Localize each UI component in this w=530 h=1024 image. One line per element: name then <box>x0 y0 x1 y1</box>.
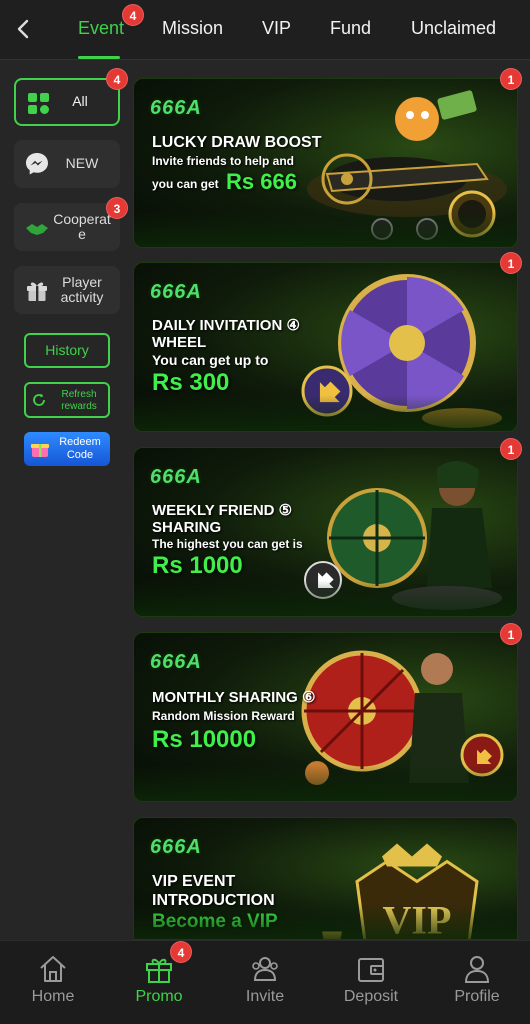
banner-title: DAILY INVITATION ④ <box>152 317 300 334</box>
brand-logo: 666A <box>150 466 202 488</box>
nav-promo[interactable]: Promo <box>106 941 212 1024</box>
banner-title: INTRODUCTION <box>152 892 275 909</box>
sidebar-item-all[interactable]: All <box>14 78 120 126</box>
banner-title: LUCKY DRAW BOOST <box>152 134 322 151</box>
banner-amount: Rs 10000 <box>152 726 257 753</box>
sidebar-item-new[interactable]: NEW <box>14 140 120 188</box>
wallet-icon <box>358 958 384 982</box>
airplane-tiger-illustration <box>307 90 507 240</box>
sidebar-item-label: All <box>72 93 88 110</box>
person-icon <box>464 956 490 983</box>
banner-badge: 1 <box>500 252 522 274</box>
vip-crest-text: VIP <box>383 898 452 941</box>
nav-deposit[interactable]: Deposit <box>318 941 424 1024</box>
gift-box-icon <box>146 958 172 983</box>
refresh-rewards-button[interactable]: Refresh rewards <box>24 382 110 418</box>
tab-mission[interactable]: Mission <box>162 18 223 39</box>
redeem-gift-icon <box>31 444 49 457</box>
promo-banner-weekly-friend[interactable]: 666A WEEKLY FRIEND ⑤ SHARING The highest… <box>133 447 518 617</box>
prize-wheel-illustration <box>301 274 502 428</box>
promo-banner-daily-invitation[interactable]: 666A DAILY INVITATION ④ WHEEL You can ge… <box>133 262 518 432</box>
refresh-icon <box>33 393 45 406</box>
banner-title: VIP EVENT <box>152 873 236 890</box>
banner-title: MONTHLY SHARING ⑥ <box>152 689 316 706</box>
banner-title: SHARING <box>152 519 222 536</box>
sidebar-all-badge: 4 <box>106 68 128 90</box>
nav-invite[interactable]: Invite <box>212 941 318 1024</box>
sidebar-item-label: Cooperat e <box>53 210 111 242</box>
brand-logo: 666A <box>150 97 202 119</box>
nav-label: Deposit <box>343 988 399 1005</box>
users-icon <box>252 957 278 981</box>
gift-icon <box>27 282 47 301</box>
home-icon <box>40 956 66 982</box>
banner-amount: Become a VIP <box>152 911 278 932</box>
tab-unclaimed[interactable]: Unclaimed <box>411 18 496 39</box>
tab-event[interactable]: Event <box>78 18 124 39</box>
banner-badge: 1 <box>500 623 522 645</box>
banner-badge: 1 <box>500 438 522 460</box>
back-arrow-icon[interactable] <box>10 15 38 43</box>
redeem-code-label: Redeem Code <box>59 436 101 461</box>
redeem-code-button[interactable]: Redeem Code <box>24 432 110 466</box>
vip-crest-illustration: VIP <box>322 843 479 941</box>
banner-badge: 1 <box>500 68 522 90</box>
history-button[interactable]: History <box>24 333 110 368</box>
promo-banner-monthly-sharing[interactable]: 666A MONTHLY SHARING ⑥ Random Mission Re… <box>133 632 518 802</box>
nav-label: Home <box>31 988 75 1005</box>
tab-fund[interactable]: Fund <box>330 18 371 39</box>
tab-vip[interactable]: VIP <box>262 18 291 39</box>
tab-event-badge: 4 <box>122 4 144 26</box>
messenger-icon <box>26 153 48 175</box>
nav-profile[interactable]: Profile <box>424 941 530 1024</box>
banner-amount: Rs 1000 <box>152 552 243 579</box>
banner-subtitle: You can get up to <box>152 352 269 368</box>
brand-logo: 666A <box>150 836 202 858</box>
handshake-icon <box>26 224 48 235</box>
sidebar-item-cooperate[interactable]: Cooperat e <box>14 203 120 251</box>
sidebar-cooperate-badge: 3 <box>106 197 128 219</box>
banner-title: WHEEL <box>152 334 207 351</box>
sidebar-item-label: Player activity <box>60 273 104 305</box>
promo-banner-vip-event[interactable]: VIP 666A VIP EVENT INTRODUCTION Become a… <box>133 817 518 940</box>
brand-logo: 666A <box>150 651 202 673</box>
banner-title: WEEKLY FRIEND ⑤ <box>152 502 293 519</box>
nav-label: Profile <box>454 988 500 1005</box>
banner-subtitle: The highest you can get is <box>152 537 303 551</box>
banner-subtitle: Invite friends to help and <box>152 154 295 168</box>
nav-home[interactable]: Home <box>0 941 106 1024</box>
sidebar-item-player-activity[interactable]: Player activity <box>14 266 120 314</box>
active-tab-indicator <box>78 56 120 59</box>
refresh-rewards-label: Refresh rewards <box>61 389 97 412</box>
banner-amount: Rs 300 <box>152 369 230 396</box>
promo-banner-lucky-draw[interactable]: 666A LUCKY DRAW BOOST Invite friends to … <box>133 78 518 248</box>
sidebar-item-label: NEW <box>65 155 99 172</box>
brand-logo: 666A <box>150 281 202 303</box>
banner-subtitle: you can get <box>152 177 219 191</box>
nav-label: Invite <box>245 988 285 1005</box>
red-wheel-and-host-illustration <box>301 650 504 785</box>
bottom-navigation: Home Promo 4 Invite Deposit Profile <box>0 940 530 1024</box>
banner-amount: Rs 666 <box>226 169 297 194</box>
wheel-and-host-illustration <box>304 460 502 610</box>
nav-promo-badge: 4 <box>170 941 192 963</box>
nav-label: Promo <box>135 988 183 1005</box>
banner-subtitle: Random Mission Reward <box>152 709 295 723</box>
top-tab-bar: Event 4 Mission VIP Fund Unclaimed <box>0 0 530 60</box>
